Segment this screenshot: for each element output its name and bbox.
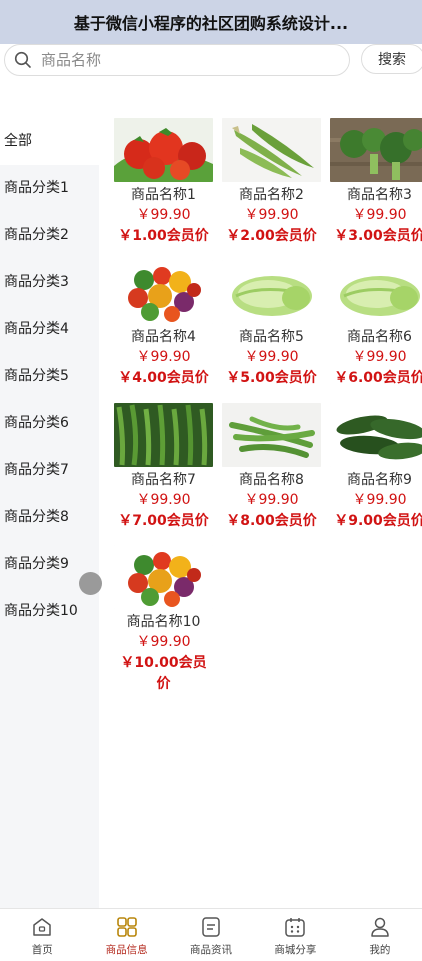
product-name: 商品名称1 <box>131 187 196 203</box>
product-name: 商品名称5 <box>239 329 304 345</box>
product-card[interactable]: 商品名称6 ￥99.90 ￥6.00会员价 <box>330 260 422 389</box>
sidebar-item-category-5[interactable]: 商品分类5 <box>0 353 99 400</box>
member-price: ￥4.00会员价 <box>118 370 209 386</box>
title-bar: 基于微信小程序的社区团购系统设计... <box>0 0 422 44</box>
search-icon <box>14 51 32 69</box>
product-name: 商品名称2 <box>239 187 304 203</box>
member-price: ￥3.00会员价 <box>334 228 422 244</box>
product-card[interactable]: 商品名称7 ￥99.90 ￥7.00会员价 <box>114 403 213 532</box>
tab-product-news[interactable]: 商品资讯 <box>169 909 253 961</box>
product-price: ￥99.90 <box>352 207 407 223</box>
tab-product-info[interactable]: 商品信息 <box>84 909 168 961</box>
member-price: ￥10.00会员价 <box>120 655 207 692</box>
zucchini-image <box>330 403 422 467</box>
mixed-vegetables-image <box>114 260 213 324</box>
grid-icon <box>116 916 138 938</box>
product-card[interactable]: 商品名称8 ￥99.90 ￥8.00会员价 <box>222 403 321 532</box>
member-price: ￥1.00会员价 <box>118 228 209 244</box>
sidebar-item-category-10[interactable]: 商品分类10 <box>0 588 99 635</box>
sidebar-item-category-4[interactable]: 商品分类4 <box>0 306 99 353</box>
search-box[interactable] <box>4 44 350 76</box>
member-price: ￥6.00会员价 <box>334 370 422 386</box>
sidebar-item-category-8[interactable]: 商品分类8 <box>0 494 99 541</box>
product-price: ￥99.90 <box>244 492 299 508</box>
green-beans-image <box>222 403 321 467</box>
product-card[interactable]: 商品名称1 ￥99.90 ￥1.00会员价 <box>114 118 213 247</box>
calendar-icon <box>284 916 306 938</box>
sidebar-item-category-6[interactable]: 商品分类6 <box>0 400 99 447</box>
page-title: 基于微信小程序的社区团购系统设计... <box>73 14 349 33</box>
product-name: 商品名称9 <box>347 472 412 488</box>
user-icon <box>369 916 391 938</box>
product-card[interactable]: 商品名称9 ￥99.90 ￥9.00会员价 <box>330 403 422 532</box>
news-icon <box>200 916 222 938</box>
product-card[interactable]: 商品名称3 ￥99.90 ￥3.00会员价 <box>330 118 422 247</box>
member-price: ￥7.00会员价 <box>118 513 209 529</box>
floating-scroll-handle[interactable] <box>79 572 102 595</box>
tab-mall-share[interactable]: 商城分享 <box>253 909 337 961</box>
sidebar-item-category-7[interactable]: 商品分类7 <box>0 447 99 494</box>
home-icon <box>31 916 53 938</box>
product-price: ￥99.90 <box>244 207 299 223</box>
product-card[interactable]: 商品名称2 ￥99.90 ￥2.00会员价 <box>222 118 321 247</box>
product-card[interactable]: 商品名称4 ￥99.90 ￥4.00会员价 <box>114 260 213 389</box>
product-price: ￥99.90 <box>136 207 191 223</box>
green-chili-image <box>114 403 213 467</box>
product-price: ￥99.90 <box>136 634 191 650</box>
cabbage-image <box>330 260 422 324</box>
okra-image <box>222 118 321 182</box>
product-card[interactable]: 商品名称10 ￥99.90 ￥10.00会员价 <box>114 545 213 695</box>
sidebar-item-category-1[interactable]: 商品分类1 <box>0 165 99 212</box>
product-price: ￥99.90 <box>136 349 191 365</box>
tab-home[interactable]: 首页 <box>0 909 84 961</box>
product-price: ￥99.90 <box>352 492 407 508</box>
mixed-vegetables-image <box>114 545 213 609</box>
bottom-tab-bar: 首页 商品信息 商品资讯 商城分享 我的 <box>0 908 422 961</box>
sidebar-item-all[interactable]: 全部 <box>0 118 99 165</box>
product-name: 商品名称8 <box>239 472 304 488</box>
search-bar: 搜索 <box>0 44 422 76</box>
search-button[interactable]: 搜索 <box>361 44 422 74</box>
sidebar-item-category-2[interactable]: 商品分类2 <box>0 212 99 259</box>
product-price: ￥99.90 <box>244 349 299 365</box>
broccoli-image <box>330 118 422 182</box>
product-name: 商品名称7 <box>131 472 196 488</box>
category-sidebar: 全部 商品分类1 商品分类2 商品分类3 商品分类4 商品分类5 商品分类6 商… <box>0 118 99 908</box>
tab-label: 商城分享 <box>274 944 317 956</box>
member-price: ￥8.00会员价 <box>226 513 317 529</box>
member-price: ￥2.00会员价 <box>226 228 317 244</box>
sidebar-item-category-3[interactable]: 商品分类3 <box>0 259 99 306</box>
product-name: 商品名称10 <box>126 614 201 630</box>
member-price: ￥5.00会员价 <box>226 370 317 386</box>
product-price: ￥99.90 <box>352 349 407 365</box>
product-name: 商品名称6 <box>347 329 412 345</box>
tab-label: 首页 <box>31 944 53 956</box>
product-name: 商品名称4 <box>131 329 196 345</box>
tab-label: 商品资讯 <box>190 944 233 956</box>
product-card[interactable]: 商品名称5 ￥99.90 ￥5.00会员价 <box>222 260 321 389</box>
member-price: ￥9.00会员价 <box>334 513 422 529</box>
product-name: 商品名称3 <box>347 187 412 203</box>
search-input[interactable] <box>39 50 323 70</box>
tab-label: 我的 <box>369 944 391 956</box>
product-price: ￥99.90 <box>136 492 191 508</box>
cabbage-image <box>222 260 321 324</box>
tab-label: 商品信息 <box>105 944 148 956</box>
tomato-image <box>114 118 213 182</box>
tab-mine[interactable]: 我的 <box>338 909 422 961</box>
